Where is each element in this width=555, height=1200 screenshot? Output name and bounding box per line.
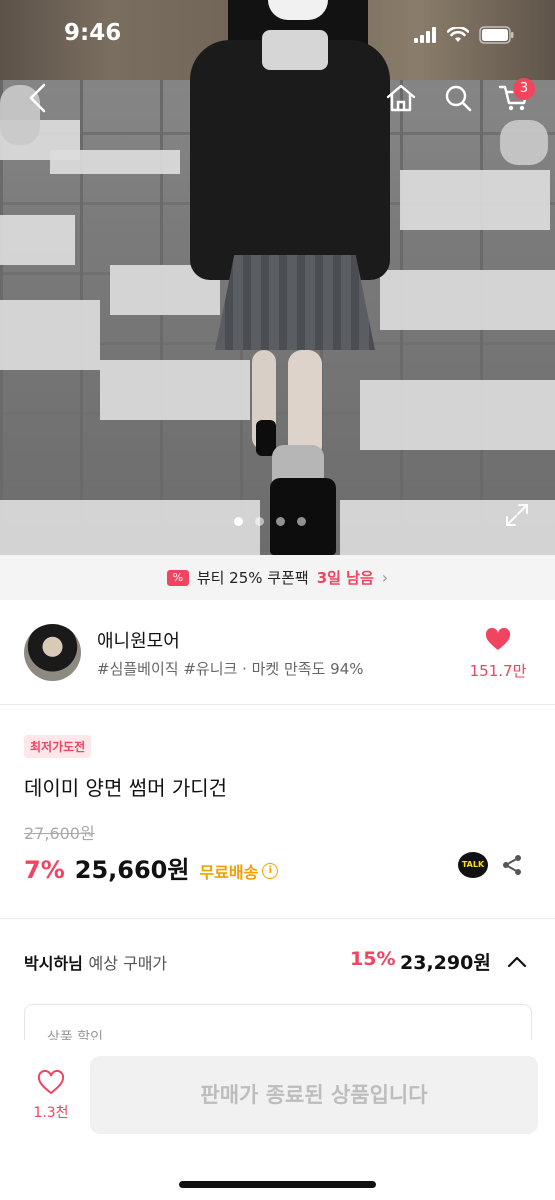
home-indicator — [179, 1181, 376, 1188]
coupon-banner[interactable]: % 뷰티 25% 쿠폰팩 3일 남음 › — [0, 555, 555, 600]
expected-discount: 15% — [350, 948, 396, 970]
bollard — [500, 120, 548, 165]
info-icon[interactable]: i — [262, 863, 279, 879]
home-button[interactable] — [383, 80, 419, 116]
search-button[interactable] — [440, 80, 476, 116]
user-name: 박시하님 — [24, 954, 83, 973]
discount-rate: 7% — [24, 856, 65, 884]
sold-out-button[interactable]: 판매가 종료된 상품입니다 — [90, 1056, 538, 1134]
battery-icon — [479, 26, 514, 44]
product-image[interactable]: 9:46 3 — [0, 0, 555, 555]
back-button[interactable] — [20, 80, 56, 116]
heart-outline-icon — [37, 1069, 65, 1095]
pagination-dot[interactable] — [234, 517, 243, 526]
pavement-tile — [0, 215, 75, 265]
seller-tags: #심플베이직 #유니크 · 마켓 만족도 94% — [97, 660, 364, 678]
chevron-right-icon: › — [381, 568, 389, 587]
pagination-dot[interactable] — [297, 517, 306, 526]
pagination-dot[interactable] — [276, 517, 285, 526]
pavement-tile — [400, 170, 550, 230]
search-icon — [445, 85, 472, 112]
free-shipping-label[interactable]: 무료배송 i — [199, 859, 279, 883]
sale-price: 25,660원 — [74, 856, 190, 884]
pavement-tile — [0, 500, 260, 555]
seller-like-button[interactable]: 151.7만 — [463, 627, 533, 681]
like-count: 1.3천 — [33, 1105, 69, 1121]
section-divider — [0, 918, 555, 919]
signal-icon — [414, 27, 436, 43]
lowest-price-badge: 최저가도전 — [24, 735, 92, 758]
kakao-talk-button[interactable]: TALK — [458, 852, 488, 878]
pavement-tile — [0, 300, 100, 370]
expected-price-label: 박시하님 예상 구매가 — [24, 950, 167, 974]
seller-like-count: 151.7만 — [469, 662, 527, 680]
model-skirt — [215, 255, 375, 350]
seller-name[interactable]: 애니원모어 — [97, 627, 180, 653]
status-icons — [413, 26, 515, 44]
coupon-days-left: 3일 남음 — [316, 569, 374, 587]
coupon-text: 뷰티 25% 쿠폰팩 — [196, 569, 309, 587]
bottom-action-bar: 1.3천 판매가 종료된 상품입니다 — [0, 1040, 555, 1200]
expected-price-row[interactable]: 박시하님 예상 구매가 15% 23,290원 — [0, 940, 555, 985]
seller-avatar[interactable] — [24, 624, 81, 681]
original-price: 27,600원 — [24, 824, 95, 843]
pavement-tile — [50, 150, 180, 174]
gallery-pagination — [234, 517, 306, 526]
cart-count-badge: 3 — [513, 78, 535, 100]
model-leg — [288, 350, 322, 460]
status-bar: 9:46 — [0, 18, 555, 58]
expected-price-text: 예상 구매가 — [88, 954, 168, 973]
pavement-tile — [100, 360, 250, 420]
product-title: 데이미 양면 썸머 가디건 — [24, 776, 228, 800]
heart-filled-icon — [485, 627, 511, 650]
model-cardigan — [190, 40, 390, 280]
expected-price-value: 23,290원 — [400, 952, 491, 974]
coupon-ticket-icon: % — [166, 569, 189, 586]
home-icon — [386, 84, 416, 112]
like-button[interactable]: 1.3천 — [22, 1069, 80, 1122]
expand-icon[interactable] — [504, 502, 530, 528]
pavement-tile — [360, 380, 555, 450]
seller-row[interactable]: 애니원모어 #심플베이직 #유니크 · 마켓 만족도 94% 151.7만 — [0, 600, 555, 705]
shipping-text: 무료배송 — [199, 863, 259, 882]
pavement-tile — [380, 270, 555, 330]
share-icon[interactable] — [500, 853, 524, 877]
wifi-icon — [447, 27, 469, 42]
chevron-left-icon — [29, 83, 46, 113]
chevron-up-icon[interactable] — [505, 950, 529, 974]
status-time: 9:46 — [64, 20, 122, 46]
pagination-dot[interactable] — [255, 517, 264, 526]
price-row: 7% 25,660원 무료배송 i — [24, 850, 279, 885]
